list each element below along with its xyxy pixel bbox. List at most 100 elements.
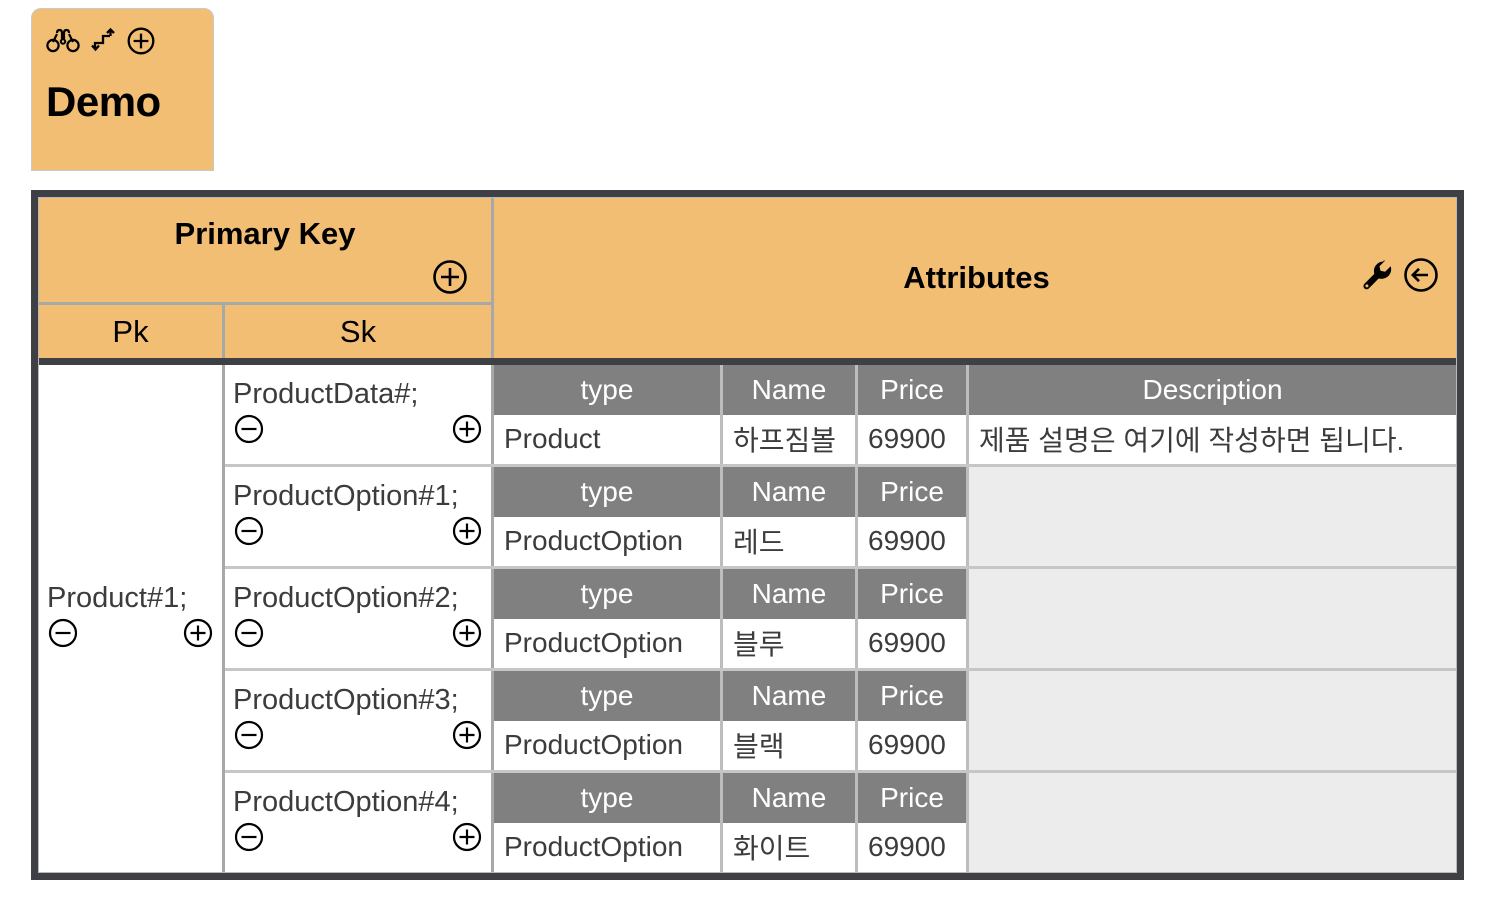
partition-key-cell[interactable]: Product#1;	[39, 365, 222, 872]
attributes-title: Attributes	[903, 260, 1050, 295]
primary-key-header: Primary Key Pk Sk	[39, 198, 494, 358]
plus-circle-icon[interactable]	[451, 413, 483, 450]
binoculars-icon[interactable]	[46, 28, 80, 59]
attributes-cell: type Name Price ProductOption 블루 69900	[494, 569, 1456, 668]
attributes-tool-group	[1359, 256, 1440, 299]
column-header-pk: Pk	[39, 305, 225, 358]
tab-icon-group	[46, 26, 156, 61]
column-header-sk: Sk	[339, 313, 377, 349]
sort-key-cell[interactable]: ProductOption#4;	[225, 773, 494, 872]
attribute-header-type: type	[494, 671, 723, 721]
minus-circle-icon[interactable]	[233, 413, 265, 450]
attribute-value-row: ProductOption 화이트 69900	[494, 822, 1456, 872]
attribute-value-type[interactable]: ProductOption	[494, 822, 723, 872]
attribute-header-name: Name	[723, 467, 858, 517]
dynamodb-table: Primary Key Pk Sk Attributes Product#1; …	[31, 190, 1464, 880]
attribute-value-empty	[969, 822, 1456, 872]
attribute-header-empty	[969, 773, 1456, 823]
attribute-value-type[interactable]: ProductOption	[494, 618, 723, 668]
attribute-header-row: type Name Price	[494, 773, 1456, 823]
back-arrow-circle-icon[interactable]	[1402, 256, 1440, 299]
attribute-header-price: Price	[858, 773, 969, 823]
attributes-cell: type Name Price ProductOption 화이트 69900	[494, 773, 1456, 872]
sort-key-cell[interactable]: ProductOption#1;	[225, 467, 494, 566]
attribute-header-type: type	[494, 467, 723, 517]
attribute-value-description[interactable]: 제품 설명은 여기에 작성하면 됩니다.	[969, 414, 1456, 464]
attribute-value-name[interactable]: 화이트	[723, 822, 858, 872]
plus-circle-icon[interactable]	[451, 617, 483, 654]
table-row: ProductOption#3; type Name Price Product…	[225, 671, 1456, 773]
attribute-value-name[interactable]: 블랙	[723, 720, 858, 770]
attribute-header-price: Price	[858, 467, 969, 517]
swap-arrows-icon[interactable]	[89, 27, 117, 60]
attribute-header-empty	[969, 569, 1456, 619]
diagram-canvas: Demo Primary Key Pk Sk Attributes Produc…	[0, 0, 1486, 898]
attribute-header-type: type	[494, 569, 723, 619]
wrench-icon[interactable]	[1359, 257, 1396, 299]
primary-key-subheaders: Pk Sk	[39, 302, 491, 358]
attribute-value-name[interactable]: 블루	[723, 618, 858, 668]
attribute-value-empty	[969, 618, 1456, 668]
plus-circle-icon[interactable]	[451, 719, 483, 756]
attributes-header: Attributes	[497, 198, 1456, 358]
partition-key-label: Product#1;	[47, 582, 188, 615]
plus-circle-icon[interactable]	[182, 617, 214, 654]
add-primary-key-button[interactable]	[431, 258, 469, 301]
sort-key-label: ProductOption#2;	[233, 582, 459, 615]
attribute-value-type[interactable]: ProductOption	[494, 516, 723, 566]
attribute-header-type: type	[494, 773, 723, 823]
sort-key-label: ProductOption#4;	[233, 786, 459, 819]
attribute-value-price[interactable]: 69900	[858, 720, 969, 770]
sort-key-and-attributes: ProductData#; type Name Price Descriptio…	[225, 365, 1456, 872]
attribute-value-type[interactable]: ProductOption	[494, 720, 723, 770]
attribute-value-name[interactable]: 하프짐볼	[723, 414, 858, 464]
attribute-header-name: Name	[723, 773, 858, 823]
attribute-value-price[interactable]: 69900	[858, 822, 969, 872]
sort-key-cell[interactable]: ProductOption#3;	[225, 671, 494, 770]
attributes-cell: type Name Price Description Product 하프짐볼…	[494, 365, 1456, 464]
table-row: ProductOption#4; type Name Price Product…	[225, 773, 1456, 872]
attribute-value-price[interactable]: 69900	[858, 414, 969, 464]
table-header: Primary Key Pk Sk Attributes	[39, 198, 1456, 365]
attributes-cell: type Name Price ProductOption 레드 69900	[494, 467, 1456, 566]
minus-circle-icon[interactable]	[233, 821, 265, 858]
attribute-value-type[interactable]: Product	[494, 414, 723, 464]
table-inner: Primary Key Pk Sk Attributes Product#1; …	[38, 197, 1457, 873]
attribute-value-price[interactable]: 69900	[858, 618, 969, 668]
attribute-header-price: Price	[858, 365, 969, 415]
primary-key-title: Primary Key	[174, 216, 356, 251]
sort-key-controls	[233, 515, 483, 552]
sort-key-label: ProductData#;	[233, 378, 419, 411]
attribute-header-price: Price	[858, 671, 969, 721]
partition-key-column: Product#1;	[39, 365, 225, 872]
attribute-value-row: ProductOption 블루 69900	[494, 618, 1456, 668]
sort-key-controls	[233, 617, 483, 654]
table-tab-demo[interactable]: Demo	[31, 8, 214, 171]
minus-circle-icon[interactable]	[233, 719, 265, 756]
plus-circle-icon[interactable]	[126, 26, 156, 61]
attribute-header-row: type Name Price Description	[494, 365, 1456, 415]
attribute-header-name: Name	[723, 671, 858, 721]
attribute-value-row: Product 하프짐볼 69900 제품 설명은 여기에 작성하면 됩니다.	[494, 414, 1456, 464]
plus-circle-icon[interactable]	[451, 515, 483, 552]
tab-title: Demo	[46, 78, 161, 125]
plus-circle-icon[interactable]	[451, 821, 483, 858]
attribute-value-row: ProductOption 레드 69900	[494, 516, 1456, 566]
attribute-value-row: ProductOption 블랙 69900	[494, 720, 1456, 770]
partition-key-controls	[47, 617, 214, 654]
minus-circle-icon[interactable]	[233, 617, 265, 654]
attribute-header-price: Price	[858, 569, 969, 619]
sort-key-controls	[233, 821, 483, 858]
sort-key-controls	[233, 719, 483, 756]
attributes-cell: type Name Price ProductOption 블랙 69900	[494, 671, 1456, 770]
table-row: ProductOption#2; type Name Price Product…	[225, 569, 1456, 671]
sort-key-cell[interactable]: ProductData#;	[225, 365, 494, 464]
attribute-value-empty	[969, 720, 1456, 770]
sort-key-cell[interactable]: ProductOption#2;	[225, 569, 494, 668]
attribute-value-price[interactable]: 69900	[858, 516, 969, 566]
attribute-header-description: Description	[969, 365, 1456, 415]
sort-key-label: ProductOption#1;	[233, 480, 459, 513]
minus-circle-icon[interactable]	[233, 515, 265, 552]
attribute-value-name[interactable]: 레드	[723, 516, 858, 566]
minus-circle-icon[interactable]	[47, 617, 79, 654]
